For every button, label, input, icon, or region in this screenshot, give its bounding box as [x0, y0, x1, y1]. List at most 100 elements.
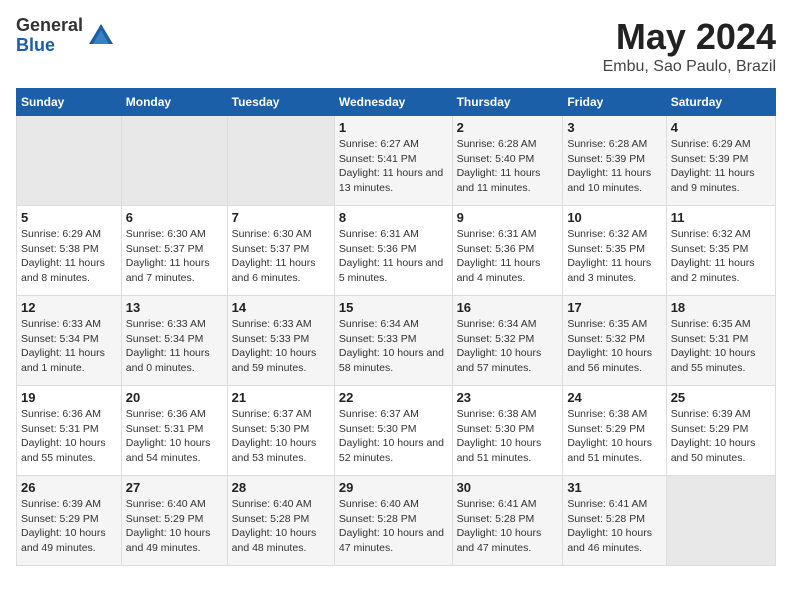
day-info: Sunrise: 6:33 AM Sunset: 5:34 PM Dayligh… — [21, 317, 117, 376]
day-info: Sunrise: 6:38 AM Sunset: 5:29 PM Dayligh… — [567, 407, 661, 466]
day-number: 11 — [671, 210, 771, 225]
calendar-cell — [121, 116, 227, 206]
day-info: Sunrise: 6:29 AM Sunset: 5:39 PM Dayligh… — [671, 137, 771, 196]
day-info: Sunrise: 6:37 AM Sunset: 5:30 PM Dayligh… — [339, 407, 448, 466]
calendar-week-row: 5Sunrise: 6:29 AM Sunset: 5:38 PM Daylig… — [17, 206, 776, 296]
day-number: 31 — [567, 480, 661, 495]
calendar-cell: 5Sunrise: 6:29 AM Sunset: 5:38 PM Daylig… — [17, 206, 122, 296]
calendar-cell: 24Sunrise: 6:38 AM Sunset: 5:29 PM Dayli… — [563, 386, 666, 476]
day-info: Sunrise: 6:39 AM Sunset: 5:29 PM Dayligh… — [671, 407, 771, 466]
day-info: Sunrise: 6:40 AM Sunset: 5:29 PM Dayligh… — [126, 497, 223, 556]
calendar-cell: 22Sunrise: 6:37 AM Sunset: 5:30 PM Dayli… — [334, 386, 452, 476]
day-number: 21 — [232, 390, 330, 405]
calendar-cell: 28 Sunrise: 6:40 AM Sunset: 5:28 PM Dayli… — [227, 476, 334, 566]
calendar-cell: 30 Sunrise: 6:41 AM Sunset: 5:28 PM Dayli… — [452, 476, 563, 566]
day-info: Sunrise: 6:39 AM Sunset: 5:29 PM Dayligh… — [21, 497, 117, 556]
day-number: 8 — [339, 210, 448, 225]
day-number: 17 — [567, 300, 661, 315]
day-info: Sunrise: 6:40 AM Sunset: 5:28 PM Dayligh… — [339, 497, 448, 556]
day-number: 18 — [671, 300, 771, 315]
calendar-cell: 31 Sunrise: 6:41 AM Sunset: 5:28 PM Dayli… — [563, 476, 666, 566]
day-info: Sunrise: 6:31 AM Sunset: 5:36 PM Dayligh… — [457, 227, 559, 286]
calendar-cell: 9 Sunrise: 6:31 AM Sunset: 5:36 PM Daylig… — [452, 206, 563, 296]
page-header: General Blue May 2024 Embu, Sao Paulo, B… — [16, 16, 776, 76]
day-number: 19 — [21, 390, 117, 405]
weekday-header: Wednesday — [334, 89, 452, 116]
day-info: Sunrise: 6:33 AM Sunset: 5:34 PM Dayligh… — [126, 317, 223, 376]
day-info: Sunrise: 6:27 AM Sunset: 5:41 PM Dayligh… — [339, 137, 448, 196]
day-number: 14 — [232, 300, 330, 315]
day-info: Sunrise: 6:28 AM Sunset: 5:39 PM Dayligh… — [567, 137, 661, 196]
day-number: 26 — [21, 480, 117, 495]
day-number: 6 — [126, 210, 223, 225]
calendar-cell — [666, 476, 775, 566]
calendar-cell: 8 Sunrise: 6:31 AM Sunset: 5:36 PM Daylig… — [334, 206, 452, 296]
calendar-cell: 20Sunrise: 6:36 AM Sunset: 5:31 PM Dayli… — [121, 386, 227, 476]
weekday-header: Friday — [563, 89, 666, 116]
day-info: Sunrise: 6:28 AM Sunset: 5:40 PM Dayligh… — [457, 137, 559, 196]
calendar-cell: 6 Sunrise: 6:30 AM Sunset: 5:37 PM Daylig… — [121, 206, 227, 296]
day-info: Sunrise: 6:38 AM Sunset: 5:30 PM Dayligh… — [457, 407, 559, 466]
calendar-cell: 17Sunrise: 6:35 AM Sunset: 5:32 PM Dayli… — [563, 296, 666, 386]
day-info: Sunrise: 6:40 AM Sunset: 5:28 PM Dayligh… — [232, 497, 330, 556]
main-title: May 2024 — [603, 16, 776, 58]
day-number: 25 — [671, 390, 771, 405]
weekday-header: Saturday — [666, 89, 775, 116]
day-number: 9 — [457, 210, 559, 225]
logo-icon — [87, 22, 115, 50]
day-info: Sunrise: 6:41 AM Sunset: 5:28 PM Dayligh… — [567, 497, 661, 556]
weekday-header: Thursday — [452, 89, 563, 116]
day-info: Sunrise: 6:30 AM Sunset: 5:37 PM Dayligh… — [126, 227, 223, 286]
day-number: 3 — [567, 120, 661, 135]
calendar-cell: 23 Sunrise: 6:38 AM Sunset: 5:30 PM Dayli… — [452, 386, 563, 476]
day-number: 27 — [126, 480, 223, 495]
calendar-table: SundayMondayTuesdayWednesdayThursdayFrid… — [16, 88, 776, 566]
calendar-week-row: 1 Sunrise: 6:27 AM Sunset: 5:41 PM Daylig… — [17, 116, 776, 206]
day-info: Sunrise: 6:31 AM Sunset: 5:36 PM Dayligh… — [339, 227, 448, 286]
day-info: Sunrise: 6:41 AM Sunset: 5:28 PM Dayligh… — [457, 497, 559, 556]
day-info: Sunrise: 6:37 AM Sunset: 5:30 PM Dayligh… — [232, 407, 330, 466]
day-info: Sunrise: 6:35 AM Sunset: 5:31 PM Dayligh… — [671, 317, 771, 376]
day-number: 15 — [339, 300, 448, 315]
day-number: 5 — [21, 210, 117, 225]
calendar-cell — [227, 116, 334, 206]
calendar-cell: 3 Sunrise: 6:28 AM Sunset: 5:39 PM Daylig… — [563, 116, 666, 206]
calendar-cell: 27 Sunrise: 6:40 AM Sunset: 5:29 PM Dayli… — [121, 476, 227, 566]
calendar-week-row: 26 Sunrise: 6:39 AM Sunset: 5:29 PM Dayli… — [17, 476, 776, 566]
calendar-cell: 29 Sunrise: 6:40 AM Sunset: 5:28 PM Dayli… — [334, 476, 452, 566]
calendar-cell: 14 Sunrise: 6:33 AM Sunset: 5:33 PM Dayli… — [227, 296, 334, 386]
title-section: May 2024 Embu, Sao Paulo, Brazil — [603, 16, 776, 76]
calendar-cell: 13 Sunrise: 6:33 AM Sunset: 5:34 PM Dayli… — [121, 296, 227, 386]
weekday-header: Sunday — [17, 89, 122, 116]
day-number: 23 — [457, 390, 559, 405]
day-info: Sunrise: 6:33 AM Sunset: 5:33 PM Dayligh… — [232, 317, 330, 376]
day-number: 2 — [457, 120, 559, 135]
calendar-cell: 15 Sunrise: 6:34 AM Sunset: 5:33 PM Dayli… — [334, 296, 452, 386]
weekday-header: Tuesday — [227, 89, 334, 116]
weekday-header: Monday — [121, 89, 227, 116]
day-number: 28 — [232, 480, 330, 495]
calendar-cell: 16Sunrise: 6:34 AM Sunset: 5:32 PM Dayli… — [452, 296, 563, 386]
calendar-week-row: 19 Sunrise: 6:36 AM Sunset: 5:31 PM Dayli… — [17, 386, 776, 476]
calendar-cell: 10 Sunrise: 6:32 AM Sunset: 5:35 PM Dayli… — [563, 206, 666, 296]
day-info: Sunrise: 6:34 AM Sunset: 5:32 PM Dayligh… — [457, 317, 559, 376]
day-info: Sunrise: 6:36 AM Sunset: 5:31 PM Dayligh… — [21, 407, 117, 466]
day-number: 10 — [567, 210, 661, 225]
day-number: 1 — [339, 120, 448, 135]
calendar-cell: 19 Sunrise: 6:36 AM Sunset: 5:31 PM Dayli… — [17, 386, 122, 476]
subtitle: Embu, Sao Paulo, Brazil — [603, 58, 776, 76]
day-info: Sunrise: 6:32 AM Sunset: 5:35 PM Dayligh… — [567, 227, 661, 286]
calendar-cell: 12 Sunrise: 6:33 AM Sunset: 5:34 PM Dayli… — [17, 296, 122, 386]
calendar-cell: 18 Sunrise: 6:35 AM Sunset: 5:31 PM Dayli… — [666, 296, 775, 386]
day-info: Sunrise: 6:32 AM Sunset: 5:35 PM Dayligh… — [671, 227, 771, 286]
logo-blue: Blue — [16, 36, 83, 56]
day-number: 13 — [126, 300, 223, 315]
day-number: 12 — [21, 300, 117, 315]
day-number: 30 — [457, 480, 559, 495]
day-number: 29 — [339, 480, 448, 495]
calendar-cell: 4 Sunrise: 6:29 AM Sunset: 5:39 PM Daylig… — [666, 116, 775, 206]
calendar-cell — [17, 116, 122, 206]
day-info: Sunrise: 6:34 AM Sunset: 5:33 PM Dayligh… — [339, 317, 448, 376]
day-number: 4 — [671, 120, 771, 135]
calendar-cell: 1 Sunrise: 6:27 AM Sunset: 5:41 PM Daylig… — [334, 116, 452, 206]
